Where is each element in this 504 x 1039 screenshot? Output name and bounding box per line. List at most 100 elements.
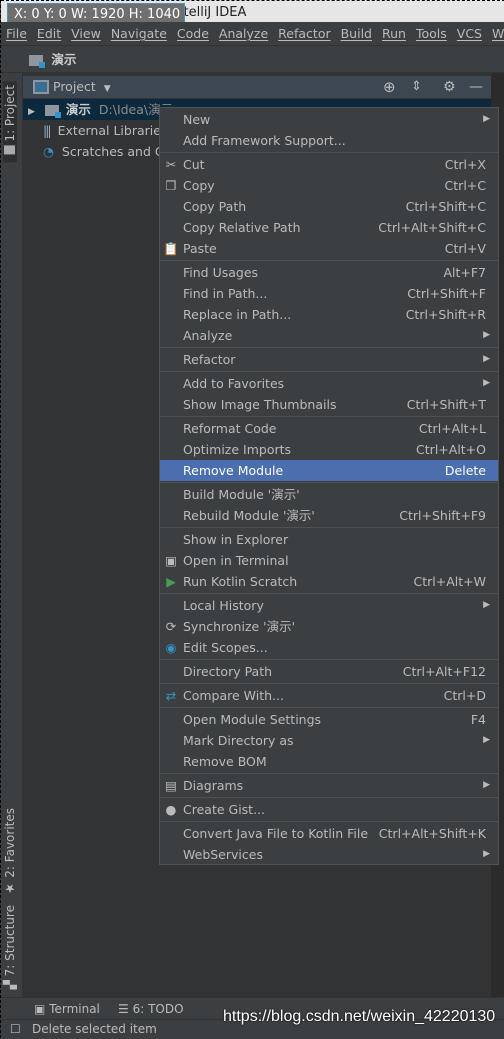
menu-item-open-module-settings[interactable]: Open Module Settings F4	[160, 709, 498, 730]
menu-item-label: Copy	[183, 178, 215, 193]
menu-item-label: Add to Favorites	[183, 376, 285, 391]
menu-item-directory-path[interactable]: Directory Path Ctrl+Alt+F12	[160, 661, 498, 682]
menu-item-create-gist[interactable]: ● Create Gist...	[160, 799, 498, 820]
menu-tools[interactable]: Tools	[411, 22, 452, 45]
menu-item-synchronize[interactable]: ⟳ Synchronize '演示'	[160, 616, 498, 637]
menu-item-label: Build Module '演示'	[183, 487, 300, 502]
menu-separator	[160, 371, 498, 372]
menu-item-refactor[interactable]: Refactor ▶	[160, 349, 498, 370]
menu-item-rebuild-module[interactable]: Rebuild Module '演示' Ctrl+Shift+F9	[160, 505, 498, 526]
menu-item-copy[interactable]: ❐ Copy Ctrl+C	[160, 175, 498, 196]
menu-item-cut[interactable]: ✂ Cut Ctrl+X	[160, 154, 498, 175]
menu-separator	[160, 821, 498, 822]
menu-item-remove-module[interactable]: Remove Module Delete	[160, 460, 498, 481]
menu-view[interactable]: View	[66, 22, 106, 45]
tab-structure[interactable]: ▞ 7: Structure	[3, 905, 17, 989]
compare-icon: ⇄	[165, 688, 177, 703]
left-tool-strip: 1: Project ★ 2: Favorites ▞ 7: Structure	[1, 73, 23, 997]
menu-item-new[interactable]: New ▶	[160, 109, 498, 130]
menu-item-compare-with[interactable]: ⇄ Compare With... Ctrl+D	[160, 685, 498, 706]
menu-separator	[160, 527, 498, 528]
menu-separator	[160, 152, 498, 153]
terminal-icon: ▣	[165, 553, 177, 568]
menu-item-run-kotlin-scratch[interactable]: ▶ Run Kotlin Scratch Ctrl+Alt+W	[160, 571, 498, 592]
locate-icon[interactable]: ⊕	[383, 76, 396, 98]
sync-icon: ⟳	[165, 619, 177, 634]
menu-item-shortcut: Ctrl+D	[443, 688, 486, 703]
menu-analyze[interactable]: Analyze	[214, 22, 273, 45]
menu-item-label: Compare With...	[183, 688, 284, 703]
menu-item-paste[interactable]: 📋 Paste Ctrl+V	[160, 238, 498, 259]
menu-item-edit-scopes[interactable]: ◉ Edit Scopes...	[160, 637, 498, 658]
project-view-selector[interactable]: Project	[53, 79, 96, 94]
scope-icon: ◉	[165, 640, 177, 655]
structure-icon: ▞	[3, 980, 17, 990]
clipboard-icon: 📋	[163, 241, 179, 256]
menu-item-copy-path[interactable]: Copy Path Ctrl+Shift+C	[160, 196, 498, 217]
tab-terminal[interactable]: ▣ Terminal	[34, 998, 100, 1020]
menu-item-build-module[interactable]: Build Module '演示'	[160, 484, 498, 505]
menu-vcs[interactable]: VCS	[452, 22, 487, 45]
menu-item-label: Local History	[183, 598, 264, 613]
menu-item-shortcut: F4	[470, 712, 486, 727]
menu-item-label: Run Kotlin Scratch	[183, 574, 298, 589]
menu-item-find-in-path[interactable]: Find in Path... Ctrl+Shift+F	[160, 283, 498, 304]
tab-todo[interactable]: ☰ 6: TODO	[118, 998, 184, 1020]
menu-file[interactable]: File	[1, 22, 32, 45]
menu-item-diagrams[interactable]: ▤ Diagrams ▶	[160, 775, 498, 796]
menu-edit[interactable]: Edit	[32, 22, 66, 45]
menu-item-label: Optimize Imports	[183, 442, 292, 457]
menu-run[interactable]: Run	[377, 22, 411, 45]
menu-item-label: Open Module Settings	[183, 712, 322, 727]
menu-build[interactable]: Build	[336, 22, 377, 45]
menu-item-add-framework-support[interactable]: Add Framework Support...	[160, 130, 498, 151]
menu-item-add-to-favorites[interactable]: Add to Favorites ▶	[160, 373, 498, 394]
menu-separator	[160, 260, 498, 261]
menu-item-analyze[interactable]: Analyze ▶	[160, 325, 498, 346]
submenu-arrow-icon: ▶	[483, 735, 490, 745]
menu-item-convert-java-file-to-kotlin-file[interactable]: Convert Java File to Kotlin File Ctrl+Alt…	[160, 823, 498, 844]
collapse-all-icon[interactable]: ⇕	[411, 76, 422, 98]
scissors-icon: ✂	[165, 157, 177, 172]
menu-item-replace-in-path[interactable]: Replace in Path... Ctrl+Shift+R	[160, 304, 498, 325]
expand-arrow-icon[interactable]: ▶	[28, 107, 35, 117]
context-menu: New ▶ Add Framework Support... ✂ Cut Ctrl+X ❐ C…	[159, 107, 499, 865]
chevron-down-icon[interactable]: ▼	[104, 84, 111, 94]
status-toggle-icon[interactable]: ☐	[10, 1020, 21, 1039]
tab-project-label: 1: Project	[3, 85, 17, 142]
menu-item-find-usages[interactable]: Find Usages Alt+F7	[160, 262, 498, 283]
menu-item-reformat-code[interactable]: Reformat Code Ctrl+Alt+L	[160, 418, 498, 439]
tab-project[interactable]: 1: Project	[3, 81, 17, 163]
menu-item-open-in-terminal[interactable]: ▣ Open in Terminal	[160, 550, 498, 571]
menu-code[interactable]: Code	[172, 22, 214, 45]
gear-icon[interactable]: ⚙	[443, 76, 456, 98]
menu-item-label: Remove Module	[183, 463, 284, 478]
menu-item-copy-relative-path[interactable]: Copy Relative Path Ctrl+Alt+Shift+C	[160, 217, 498, 238]
menu-item-shortcut: Ctrl+C	[444, 178, 486, 193]
menu-item-webservices[interactable]: WebServices ▶	[160, 844, 498, 865]
menu-separator	[160, 416, 498, 417]
menu-item-show-image-thumbnails[interactable]: Show Image Thumbnails Ctrl+Shift+T	[160, 394, 498, 415]
tab-todo-label: 6: TODO	[132, 1002, 184, 1016]
menu-item-optimize-imports[interactable]: Optimize Imports Ctrl+Alt+O	[160, 439, 498, 460]
menu-refactor[interactable]: Refactor	[273, 22, 335, 45]
library-icon: |||	[43, 123, 52, 138]
menu-item-show-in-explorer[interactable]: Show in Explorer	[160, 529, 498, 550]
menu-item-shortcut: Ctrl+Shift+C	[405, 199, 486, 214]
menu-item-label: Copy Path	[183, 199, 247, 214]
menu-item-shortcut: Alt+F7	[443, 265, 486, 280]
status-text: Delete selected item	[32, 1022, 157, 1036]
tree-item-name: 演示	[65, 102, 91, 117]
submenu-arrow-icon: ▶	[483, 354, 490, 364]
tab-terminal-label: Terminal	[49, 1002, 100, 1016]
tab-favorites[interactable]: ★ 2: Favorites	[3, 808, 17, 896]
breadcrumb-project[interactable]: 演示	[51, 52, 76, 67]
menu-item-mark-directory-as[interactable]: Mark Directory as ▶	[160, 730, 498, 751]
menu-item-label: Cut	[183, 157, 205, 172]
menu-item-local-history[interactable]: Local History ▶	[160, 595, 498, 616]
menu-item-remove-bom[interactable]: Remove BOM	[160, 751, 498, 772]
menu-item-shortcut: Ctrl+Shift+R	[405, 307, 486, 322]
hide-icon[interactable]: —	[469, 76, 483, 98]
menu-navigate[interactable]: Navigate	[106, 22, 172, 45]
menu-w[interactable]: W	[487, 22, 504, 45]
